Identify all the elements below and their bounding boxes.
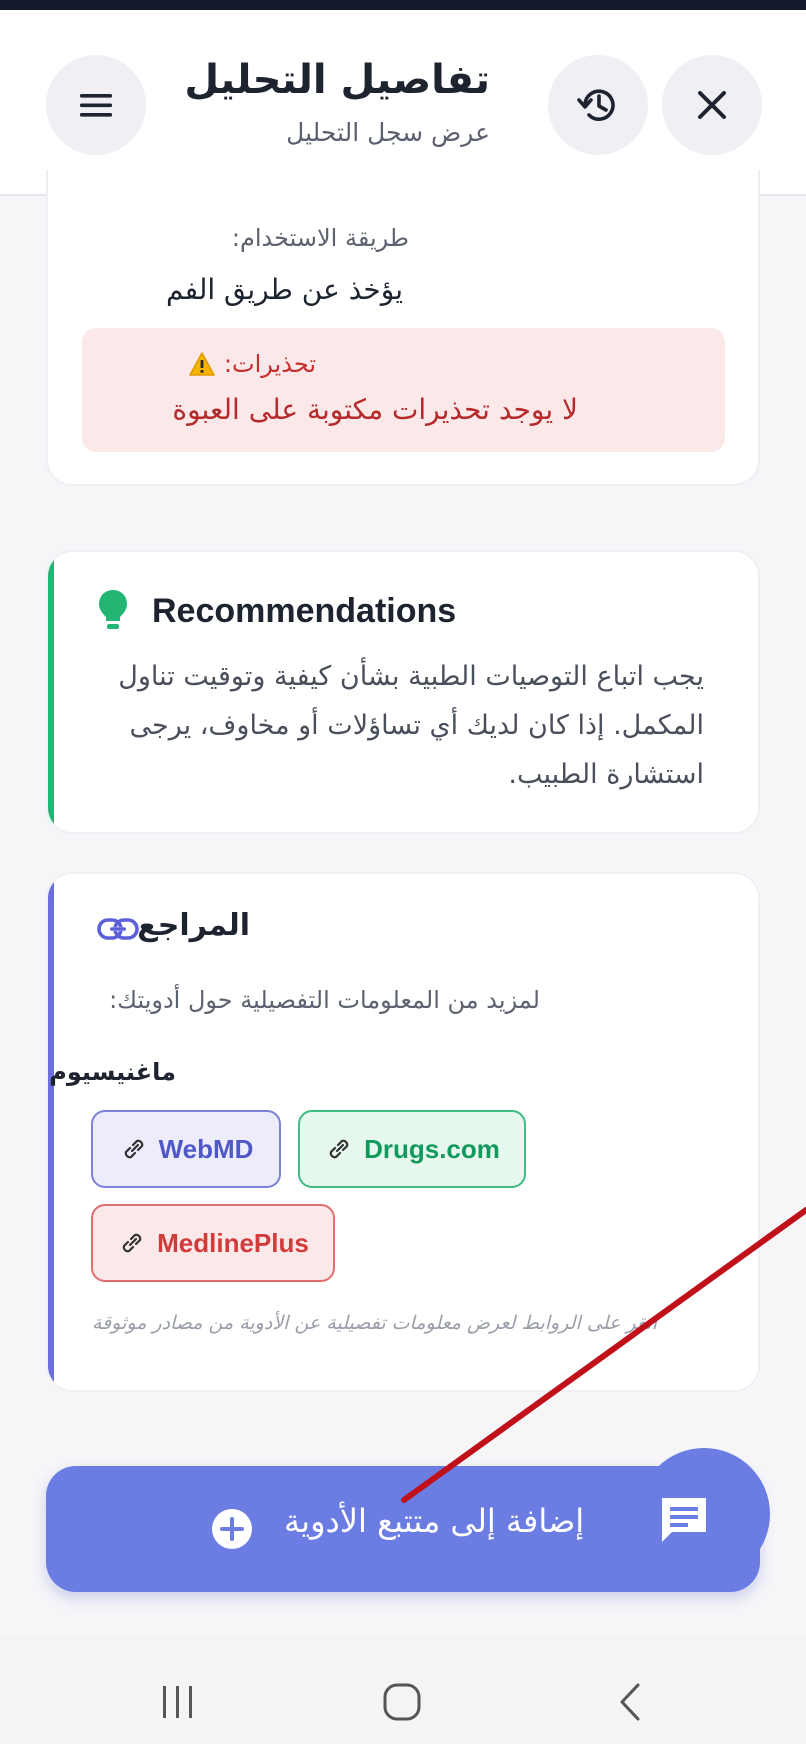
link-icon: [329, 1139, 349, 1159]
drugs-com-link-label: Drugs.com: [364, 1133, 500, 1164]
link-icon: [124, 1139, 143, 1159]
menu-button[interactable]: [46, 55, 146, 155]
app-header: تفاصيل التحليل عرض سجل التحليل: [0, 10, 806, 196]
usage-label: طريقة الاستخدام:: [231, 224, 409, 252]
references-note: انقر على الروابط لعرض معلومات تفصيلية عن…: [92, 1312, 657, 1334]
webmd-link[interactable]: WebMD: [91, 1110, 281, 1188]
link-icon: [122, 1233, 142, 1253]
medlineplus-link-label: MedlinePlus: [157, 1227, 309, 1258]
warning-triangle-icon: [189, 352, 215, 376]
hamburger-menu-icon: [80, 94, 112, 117]
history-button[interactable]: [548, 55, 648, 155]
usage-value: يؤخذ عن طريق الفم: [166, 273, 403, 306]
history-icon: [577, 89, 615, 121]
references-drug-name: ماغنيسيوم: [49, 1058, 176, 1086]
medlineplus-link[interactable]: MedlinePlus: [91, 1204, 335, 1282]
link-icon: [97, 918, 139, 940]
warnings-box: [82, 328, 725, 452]
drugs-com-link[interactable]: Drugs.com: [298, 1110, 526, 1188]
home-icon[interactable]: [382, 1682, 422, 1722]
header-title-block: تفاصيل التحليل عرض سجل التحليل: [170, 54, 490, 147]
lightbulb-icon: [99, 590, 127, 629]
warnings-text: لا يوجد تحذيرات مكتوبة على العبوة: [172, 393, 578, 426]
recommendations-title: Recommendations: [152, 592, 457, 630]
close-icon: [698, 91, 726, 119]
page-subtitle: عرض سجل التحليل: [286, 118, 490, 147]
chat-message-icon: [662, 1498, 706, 1542]
references-subtitle: لمزيد من المعلومات التفصيلية حول أدويتك:: [109, 986, 540, 1014]
back-icon[interactable]: [614, 1682, 644, 1722]
page-title: تفاصيل التحليل: [184, 57, 490, 103]
recents-icon[interactable]: [160, 1682, 196, 1722]
references-title: المراجع: [137, 908, 250, 943]
warnings-title: تحذيرات:: [188, 350, 316, 378]
status-bar: [0, 0, 806, 10]
webmd-link-label: WebMD: [158, 1133, 254, 1164]
chat-fab[interactable]: [638, 1448, 770, 1580]
recommendations-text: يجب اتباع التوصيات الطبية بشأن كيفية وتو…: [118, 661, 704, 790]
recommendations-accent: [48, 552, 54, 832]
references-accent: [48, 874, 54, 1390]
system-nav-bar: [0, 1636, 806, 1744]
add-to-tracker-label: إضافة إلى متتبع الأدوية: [284, 1502, 585, 1540]
plus-circle-icon: [212, 1509, 252, 1549]
warnings-title-text: تحذيرات:: [223, 350, 316, 378]
close-button[interactable]: [662, 55, 762, 155]
